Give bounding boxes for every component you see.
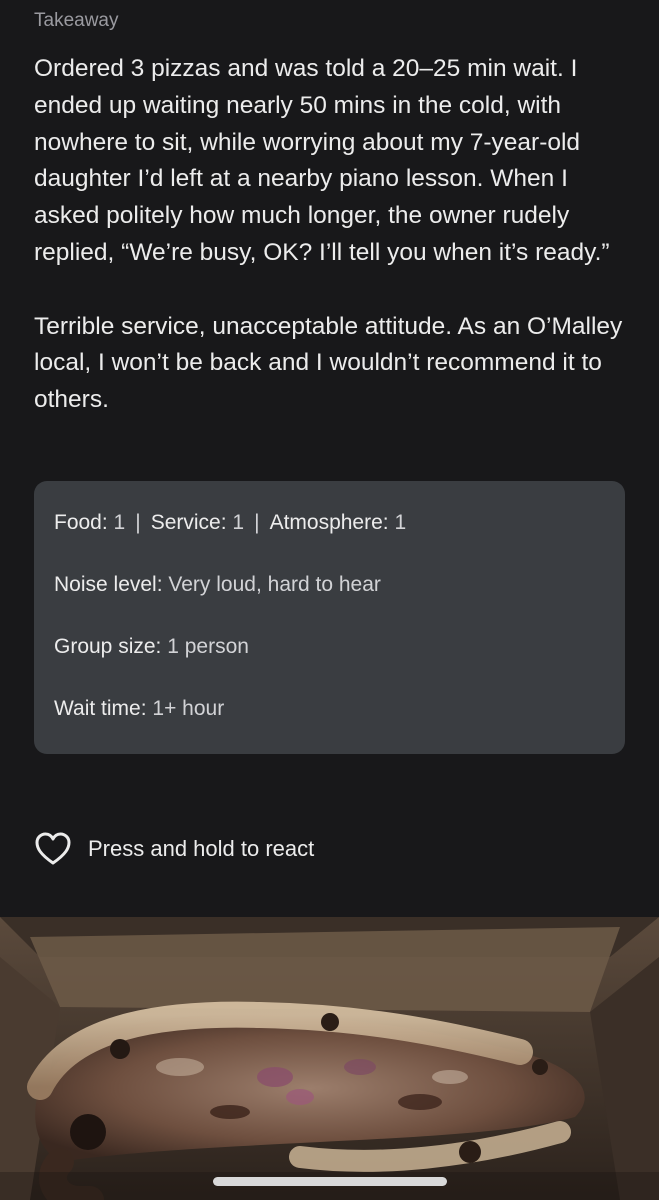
ratings-line: Food: 1 | Service: 1 | Atmosphere: 1 (54, 511, 406, 535)
wait-time-line: Wait time: 1+ hour (54, 697, 224, 721)
separator: | (135, 511, 141, 534)
atmosphere-rating: 1 (394, 511, 407, 534)
review-text: Ordered 3 pizzas and was told a 20–25 mi… (34, 51, 634, 419)
group-size-value: 1 person (167, 635, 249, 658)
react-label: Press and hold to react (88, 836, 315, 861)
group-size-line: Group size: 1 person (54, 635, 249, 659)
group-size-label: Group size: (54, 635, 162, 658)
food-label: Food: (54, 511, 108, 534)
review-card: Takeaway Ordered 3 pizzas and was told a… (0, 0, 659, 917)
review-details-card: Food: 1 | Service: 1 | Atmosphere: 1 Noise l… (34, 481, 625, 754)
react-button[interactable]: Press and hold to react (34, 829, 314, 869)
noise-level-value: Very loud, hard to hear (168, 573, 381, 596)
service-label: Service: (150, 511, 227, 534)
service-rating: 1 (232, 511, 245, 534)
separator: | (254, 511, 260, 534)
service-type-label: Takeaway (34, 10, 119, 31)
food-rating: 1 (113, 511, 126, 534)
atmosphere-label: Atmosphere: (269, 511, 389, 534)
noise-level-label: Noise level: (54, 573, 163, 596)
review-paragraph: Terrible service, unacceptable attitude.… (34, 312, 623, 414)
wait-time-label: Wait time: (54, 697, 147, 720)
review-photo[interactable] (0, 917, 659, 1200)
pizza-photo-image (0, 917, 659, 1200)
noise-level-line: Noise level: Very loud, hard to hear (54, 573, 381, 597)
review-paragraph: Ordered 3 pizzas and was told a 20–25 mi… (34, 55, 610, 266)
wait-time-value: 1+ hour (152, 697, 225, 720)
heart-outline-icon[interactable] (34, 831, 72, 867)
home-indicator[interactable] (213, 1177, 447, 1186)
